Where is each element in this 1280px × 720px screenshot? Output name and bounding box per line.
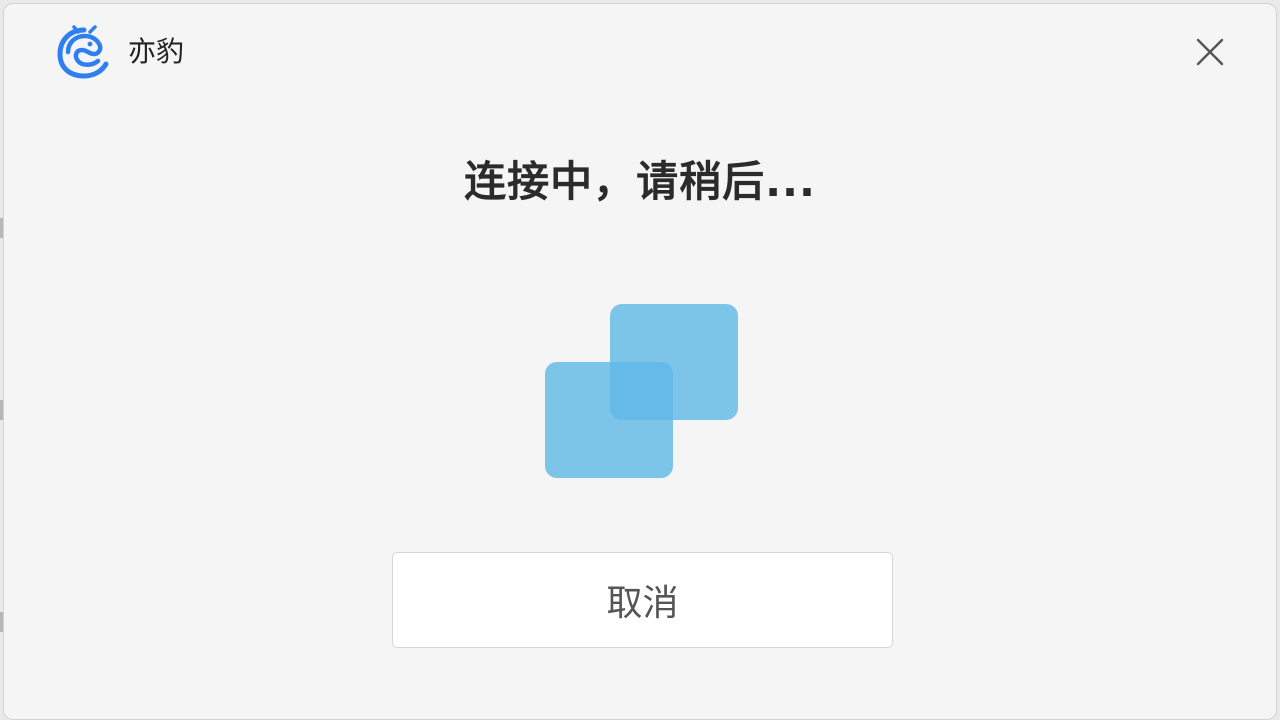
close-icon[interactable] — [1188, 30, 1232, 74]
leopard-logo-icon — [57, 25, 109, 79]
cancel-button[interactable]: 取消 — [392, 552, 893, 648]
title-bar: 亦豹 — [4, 4, 1276, 100]
app-name: 亦豹 — [128, 35, 185, 68]
status-title: 连接中，请稍后... — [464, 157, 816, 206]
overlapping-squares-icon — [545, 304, 738, 478]
connecting-dialog: 亦豹 连接中，请稍后... 取消 — [3, 3, 1277, 720]
